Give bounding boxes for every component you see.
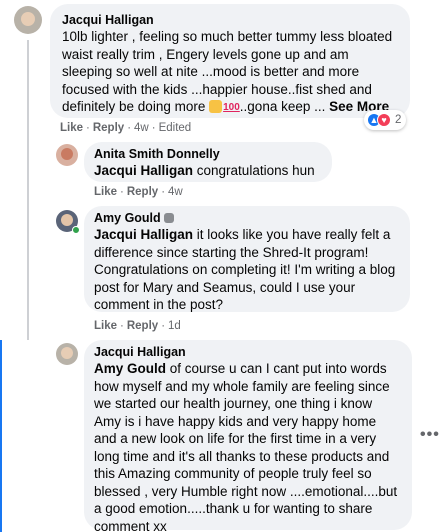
separator: · xyxy=(120,320,124,332)
comment-actions: Like · Reply · 1d xyxy=(94,319,181,333)
separator: · xyxy=(161,186,166,198)
comment-bubble-2: Anita Smith Donnelly Jacqui Halligan con… xyxy=(84,142,332,182)
hundred-emoji-icon: 100 xyxy=(223,102,240,113)
online-status-icon xyxy=(72,226,80,234)
comment-author[interactable]: Jacqui Halligan xyxy=(94,344,402,360)
comment-actions: Like · Reply · 4w xyxy=(94,185,183,199)
reactions-count: 2 xyxy=(395,114,402,126)
thread-line xyxy=(27,40,29,340)
love-reaction-icon: ♥ xyxy=(377,113,391,127)
avatar-anita[interactable] xyxy=(56,144,78,166)
mention-link[interactable]: Amy Gould xyxy=(94,361,166,376)
ellipsis-icon[interactable]: ••• xyxy=(420,426,440,444)
comment-text: Jacqui Halligan congratulations hun xyxy=(94,163,315,178)
avatar-jacqui[interactable] xyxy=(14,6,42,34)
avatar-face xyxy=(21,12,35,26)
reply-button[interactable]: Reply xyxy=(93,122,124,134)
avatar-face xyxy=(61,347,73,359)
timestamp[interactable]: 1d xyxy=(168,320,181,332)
comment-author[interactable]: Anita Smith Donnelly xyxy=(94,146,322,162)
separator: · xyxy=(151,122,156,134)
edited-label[interactable]: Edited xyxy=(159,122,192,134)
like-button[interactable]: Like xyxy=(94,186,117,198)
comment-actions: Like · Reply · 4w · Edited xyxy=(60,121,191,135)
focus-indicator xyxy=(0,340,2,532)
timestamp[interactable]: 4w xyxy=(134,122,149,134)
waving-hand-icon xyxy=(164,213,175,223)
comment-text: 10lb lighter , feeling so much better tu… xyxy=(62,28,398,117)
comment-bubble-3: Amy Gould Jacqui Halligan it looks like … xyxy=(84,206,410,312)
separator: · xyxy=(161,320,166,332)
comment-author[interactable]: Jacqui Halligan xyxy=(62,12,398,28)
comment-author: Amy Gould xyxy=(94,210,400,226)
ok-hand-emoji-icon xyxy=(209,100,223,113)
comment-text: Amy Gould of course u can I cant put int… xyxy=(94,361,398,532)
avatar-face xyxy=(61,148,73,160)
like-button[interactable]: Like xyxy=(94,320,117,332)
separator: · xyxy=(120,186,124,198)
reply-button[interactable]: Reply xyxy=(127,320,158,332)
timestamp[interactable]: 4w xyxy=(168,186,183,198)
comment-bubble-4: Jacqui Halligan Amy Gould of course u ca… xyxy=(84,340,412,532)
avatar-face xyxy=(61,214,73,226)
avatar-jacqui[interactable] xyxy=(56,343,78,365)
separator: · xyxy=(127,122,132,134)
mention-link[interactable]: Jacqui Halligan xyxy=(94,163,193,178)
reactions-summary[interactable]: ▲ ♥ 2 xyxy=(364,110,407,130)
comment-text: Jacqui Halligan it looks like you have r… xyxy=(94,227,396,312)
separator: · xyxy=(86,122,90,134)
mention-link[interactable]: Jacqui Halligan xyxy=(94,227,193,242)
comment-bubble-1: Jacqui Halligan 10lb lighter , feeling s… xyxy=(50,4,410,118)
reply-button[interactable]: Reply xyxy=(127,186,158,198)
like-button[interactable]: Like xyxy=(60,122,83,134)
